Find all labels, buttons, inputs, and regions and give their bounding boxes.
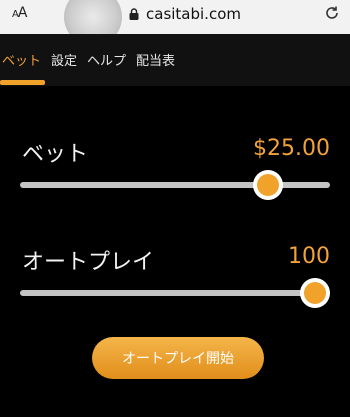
tab-bet[interactable]: ベット <box>2 50 41 69</box>
bet-value: $25.00 <box>253 136 330 161</box>
bet-label: ベット <box>22 142 89 167</box>
autoplay-slider-track <box>20 290 330 296</box>
tab-help[interactable]: ヘルプ <box>87 50 126 69</box>
bet-slider[interactable] <box>20 170 330 200</box>
autoplay-slider[interactable] <box>20 278 330 308</box>
tab-settings[interactable]: 設定 <box>51 50 77 69</box>
tab-bar: ベット 設定 ヘルプ 配当表 <box>0 34 350 86</box>
autoplay-slider-thumb[interactable] <box>299 278 330 308</box>
autoplay-label: オートプレイ <box>22 250 155 275</box>
bet-panel: ベット $25.00 オートプレイ 100 オートプレイ開始 <box>0 86 350 417</box>
address-bar[interactable]: casitabi.com <box>128 3 241 25</box>
lock-icon <box>129 8 139 20</box>
autoplay-value: 100 <box>288 244 330 269</box>
browser-toolbar: AA casitabi.com <box>0 0 350 46</box>
active-tab-indicator <box>0 80 45 85</box>
reload-icon[interactable] <box>324 5 340 21</box>
bet-slider-thumb[interactable] <box>253 170 283 200</box>
text-size-button[interactable]: AA <box>12 5 27 21</box>
tab-paytable[interactable]: 配当表 <box>136 50 175 69</box>
bet-slider-track <box>20 182 330 188</box>
start-autoplay-button[interactable]: オートプレイ開始 <box>92 337 264 379</box>
url-text: casitabi.com <box>146 5 241 23</box>
